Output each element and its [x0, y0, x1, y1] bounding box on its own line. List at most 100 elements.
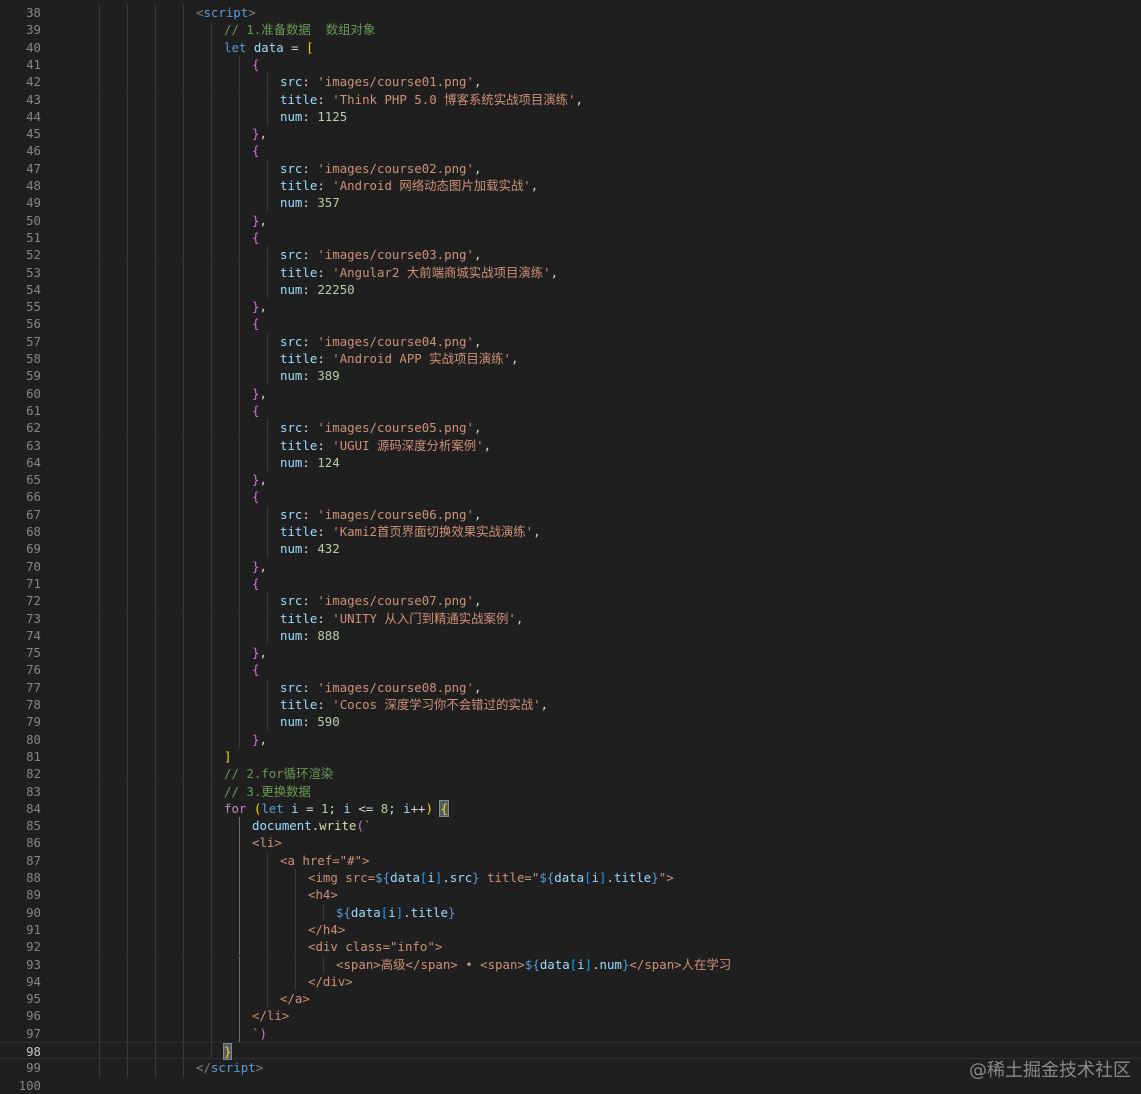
code-line[interactable]: 47 src: 'images/course02.png', [0, 159, 1141, 177]
code-text: src: 'images/course06.png', [280, 506, 481, 523]
code-line[interactable]: 57 src: 'images/course04.png', [0, 332, 1141, 350]
code-line[interactable]: 96 </li> [0, 1007, 1141, 1025]
code-line[interactable]: 97 `) [0, 1024, 1141, 1042]
code-token: . [606, 870, 614, 885]
code-line[interactable]: 94 </div> [0, 972, 1141, 991]
code-line[interactable]: 67 src: 'images/course06.png', [0, 505, 1141, 523]
indent-guide [127, 609, 128, 627]
indent-guide [211, 125, 212, 143]
code-line[interactable]: 86 <li> [0, 834, 1141, 852]
indent-guide [155, 990, 156, 1008]
code-line[interactable]: 40 let data = [ [0, 38, 1141, 56]
code-line[interactable]: 95 </a> [0, 990, 1141, 1008]
code-text: <img src=${data[i].src} title="${data[i]… [308, 869, 674, 886]
code-text: }, [252, 212, 267, 229]
code-line[interactable]: 66 { [0, 488, 1141, 506]
indent-guide [211, 661, 212, 679]
code-line[interactable]: 61 { [0, 401, 1141, 420]
indent-guide [99, 782, 100, 800]
code-line[interactable]: 42 src: 'images/course01.png', [0, 73, 1141, 91]
code-line[interactable]: 71 { [0, 574, 1141, 593]
code-token: 432 [317, 541, 340, 557]
code-line[interactable]: 73 title: 'UNITY 从入门到精通实战案例', [0, 609, 1141, 627]
code-line[interactable]: 63 title: 'UGUI 源码深度分析案例', [0, 436, 1141, 454]
code-line[interactable]: 78 title: 'Cocos 深度学习你不会错过的实战', [0, 696, 1141, 714]
code-token: num [280, 108, 303, 124]
indent-guide [211, 730, 212, 748]
code-line[interactable]: 89 <h4> [0, 886, 1141, 904]
code-line[interactable]: 74 num: 888 [0, 626, 1141, 645]
indent-guide [127, 453, 128, 472]
code-line[interactable]: 88 <img src=${data[i].src} title="${data[… [0, 869, 1141, 887]
indent-guide [211, 696, 212, 714]
indent-guide [183, 90, 184, 108]
code-line[interactable]: 84 for (let i = 1; i <= 8; i++) { [0, 799, 1141, 818]
code-line[interactable]: 51 { [0, 228, 1141, 247]
code-line[interactable]: 92 <div class="info"> [0, 938, 1141, 956]
code-token: { [252, 489, 260, 505]
code-line[interactable]: 58 title: 'Android APP 实战项目演练', [0, 350, 1141, 368]
code-text: document.write(` [252, 817, 371, 834]
code-line[interactable]: 68 title: 'Kami2首页界面切换效果实战演练', [0, 523, 1141, 541]
line-number: 81 [26, 748, 41, 764]
code-line[interactable]: 41 { [0, 55, 1141, 74]
code-line[interactable]: 44 num: 1125 [0, 107, 1141, 126]
code-text: </div> [308, 973, 353, 990]
code-line[interactable]: 75}, [0, 644, 1141, 662]
code-line[interactable]: 53 title: 'Angular2 大前端商城实战项目演练', [0, 263, 1141, 281]
code-line[interactable]: 54 num: 22250 [0, 280, 1141, 299]
code-line[interactable]: 43 title: 'Think PHP 5.0 博客系统实战项目演练', [0, 90, 1141, 108]
code-token: ++ [410, 800, 426, 816]
line-number: 97 [26, 1025, 41, 1041]
code-token: write [319, 818, 357, 834]
code-editor[interactable]: 38 <script> 39 // 1.准备数据 数组对象 40 let data = [… [0, 0, 1141, 1093]
code-line[interactable]: 46 { [0, 142, 1141, 160]
indent-guide [267, 350, 268, 368]
code-line[interactable]: 49 num: 357 [0, 194, 1141, 212]
code-line[interactable]: 80}, [0, 730, 1141, 748]
indent-guide [155, 55, 156, 74]
code-line[interactable]: 82 // 2.for循环渲染 [0, 765, 1141, 783]
code-line[interactable]: 50}, [0, 211, 1141, 229]
code-line[interactable]: 83 // 3.更换数据 [0, 782, 1141, 800]
indent-guide [99, 332, 100, 350]
code-line[interactable]: 45}, [0, 125, 1141, 143]
code-token: = [298, 800, 322, 816]
code-line[interactable]: 60}, [0, 384, 1141, 402]
code-text: <div class="info"> [308, 938, 442, 955]
code-line[interactable]: 59 num: 389 [0, 367, 1141, 385]
code-line[interactable]: 52 src: 'images/course03.png', [0, 246, 1141, 264]
code-line[interactable]: 62 src: 'images/course05.png', [0, 419, 1141, 437]
code-line[interactable]: 90 ${data[i].title} [0, 903, 1141, 921]
code-line[interactable]: 81] [0, 747, 1141, 766]
indent-guide [183, 298, 184, 316]
code-line[interactable]: 79 num: 590 [0, 713, 1141, 731]
indent-guide [267, 419, 268, 437]
code-line[interactable]: 70}, [0, 557, 1141, 575]
code-line[interactable]: 93 <span>高级</span> • <span>${data[i].num}… [0, 955, 1141, 973]
code-line[interactable]: 76 { [0, 661, 1141, 679]
code-line[interactable]: 87 <a href="#"> [0, 851, 1141, 869]
code-token: i [403, 800, 411, 816]
code-line[interactable]: 69 num: 432 [0, 540, 1141, 558]
code-line[interactable]: 39 // 1.准备数据 数组对象 [0, 21, 1141, 39]
code-line[interactable]: 55}, [0, 298, 1141, 316]
code-token: 'Kami2首页界面切换效果实战演练' [332, 524, 534, 539]
code-line[interactable]: 38 <script> [0, 4, 1141, 22]
indent-guide [99, 159, 100, 177]
code-text: <li> [252, 834, 282, 851]
code-line[interactable]: 64 num: 124 [0, 453, 1141, 472]
indent-guide [155, 263, 156, 281]
code-line[interactable]: 48 title: 'Android 网络动态图片加载实战', [0, 177, 1141, 195]
code-text: // 2.for循环渲染 [224, 765, 333, 782]
code-line[interactable]: 65}, [0, 471, 1141, 489]
code-line[interactable]: 85 document.write(` [0, 817, 1141, 835]
code-token: , [473, 333, 482, 349]
code-line[interactable]: 91 </h4> [0, 920, 1141, 939]
line-number: 58 [26, 351, 41, 366]
code-line[interactable]: 72 src: 'images/course07.png', [0, 592, 1141, 610]
indent-guide [155, 332, 156, 350]
code-text: }, [252, 125, 267, 142]
code-line[interactable]: 56 { [0, 315, 1141, 333]
code-line[interactable]: 77 src: 'images/course08.png', [0, 678, 1141, 696]
